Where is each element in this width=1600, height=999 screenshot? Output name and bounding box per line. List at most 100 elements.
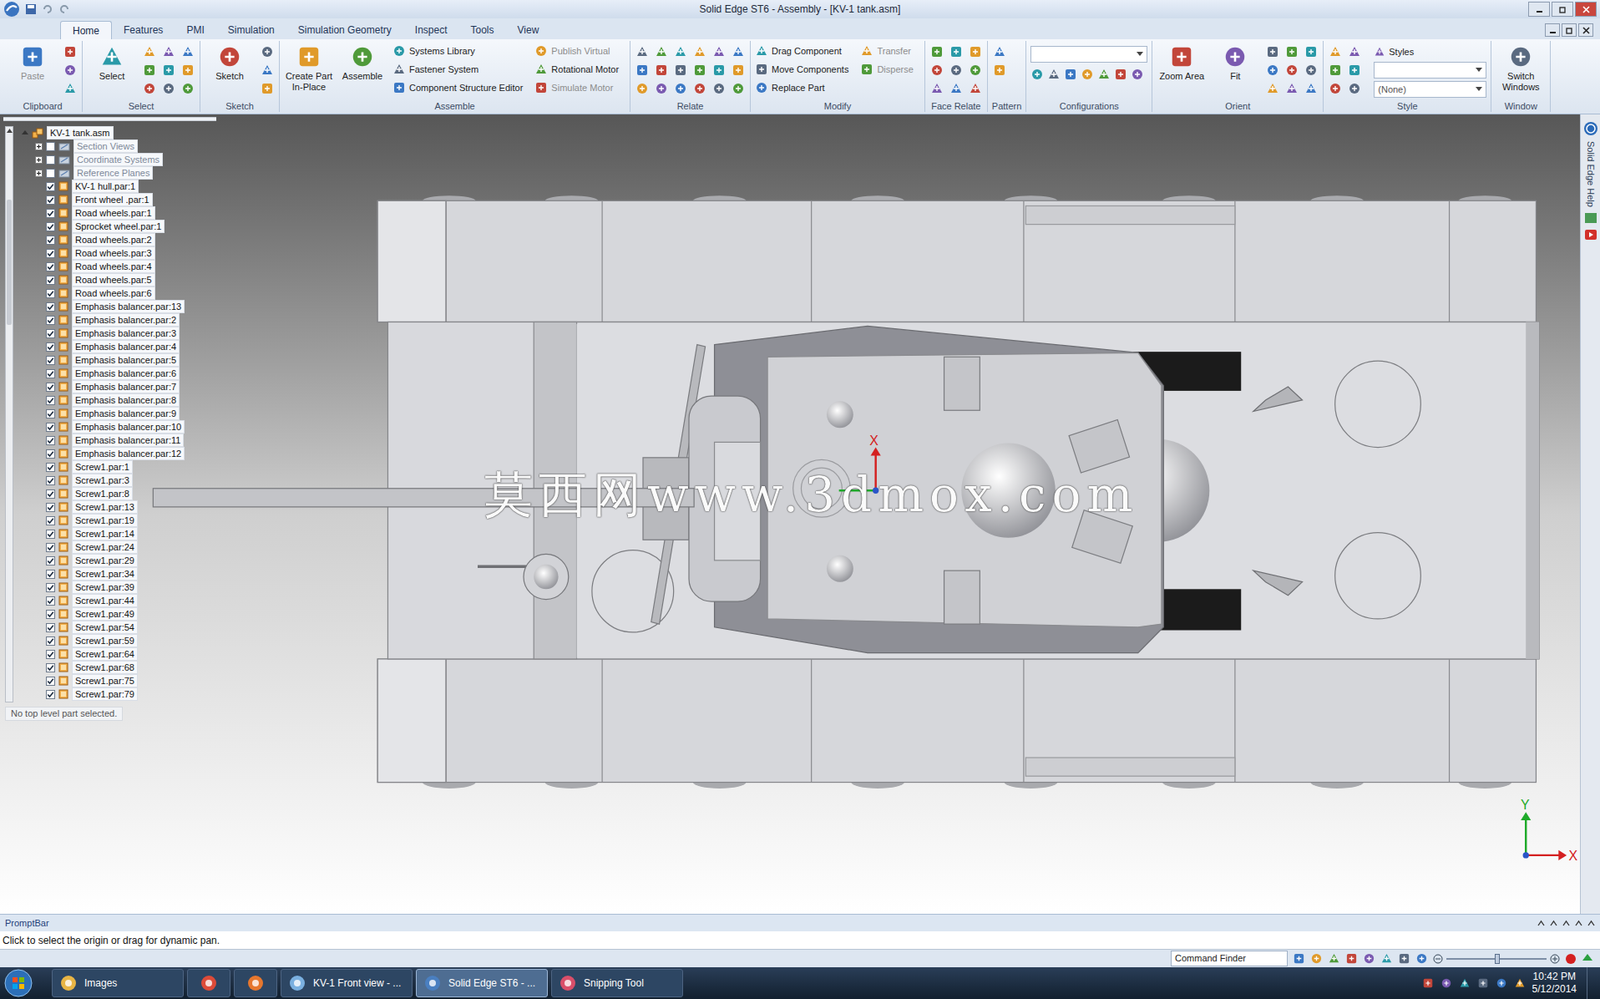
ribbon-button[interactable]: Fit [1210,42,1261,82]
tree-row[interactable]: Section Views [10,139,185,153]
checkbox[interactable] [45,502,56,512]
checkbox[interactable] [45,556,56,566]
view-tool-button[interactable] [1345,951,1358,965]
zoom-slider[interactable] [1432,953,1560,964]
checkbox[interactable] [45,329,56,339]
tree-row[interactable]: Screw1.par:3 [10,473,185,487]
tree-row[interactable]: Screw1.par:34 [10,567,185,581]
command-finder[interactable]: Command Finder [1170,950,1288,967]
tree-row[interactable]: Emphasis balancer.par:5 [10,353,185,367]
app-logo-icon[interactable] [3,0,21,18]
ribbon-button[interactable]: Disperse [860,60,920,78]
icon-button[interactable] [1130,67,1145,82]
checkbox[interactable] [45,636,56,646]
prompt-tool-icon[interactable] [1537,919,1545,927]
checkbox[interactable] [45,649,56,659]
icon-button[interactable] [653,44,669,60]
checkbox[interactable] [45,382,56,392]
icon-button[interactable] [1303,81,1319,97]
ribbon-tab[interactable]: Tools [459,20,507,40]
icon-button[interactable] [634,81,650,97]
ribbon-button[interactable]: Zoom Area [1156,42,1207,82]
collapse-icon[interactable] [21,129,29,137]
checkbox[interactable] [45,435,56,446]
ribbon-button[interactable]: Select [86,42,137,82]
icon-button[interactable] [1265,62,1281,78]
icon-button[interactable] [1346,44,1363,60]
record-icon[interactable] [1564,952,1577,965]
taskbar-item[interactable]: KV-1 Front view - ... [280,968,413,998]
ribbon-tab[interactable]: PMI [174,20,216,40]
expand-icon[interactable] [35,169,43,178]
view-tool-button[interactable] [1327,951,1341,965]
scroll-up-icon[interactable] [6,128,13,133]
icon-button[interactable] [1030,67,1044,82]
icon-button[interactable] [141,81,157,97]
close-button[interactable] [1574,1,1597,17]
tree-row[interactable]: Screw1.par:49 [10,607,185,621]
icon-button[interactable] [1346,81,1363,97]
tree-row[interactable]: Screw1.par:59 [10,633,185,648]
icon-button[interactable] [1284,81,1300,97]
graphics-window[interactable]: XYX莫西网www.3dmox.comKV-1 tank.asmSection … [0,114,1580,914]
icon-button[interactable] [1047,67,1061,82]
checkbox[interactable] [45,462,56,472]
checkbox[interactable] [45,355,56,365]
layers-icon[interactable] [1584,212,1598,224]
checkbox[interactable] [45,516,56,526]
zoom-out-icon[interactable] [1432,953,1444,964]
ribbon-button[interactable]: Assemble [337,42,388,93]
tree-row[interactable]: Emphasis balancer.par:9 [10,406,185,421]
ribbon-button[interactable]: Drag Component [754,42,856,60]
checkbox[interactable] [45,663,56,673]
ribbon-button[interactable]: Transfer [860,42,920,60]
ribbon-button[interactable]: Switch Windows [1495,42,1546,93]
tray-icon[interactable] [1513,977,1526,989]
tree-row[interactable]: Screw1.par:8 [10,486,185,501]
tree-row[interactable]: Screw1.par:29 [10,553,185,568]
checkbox[interactable] [45,622,56,633]
icon-button[interactable] [673,44,689,60]
styles-button[interactable]: Styles [1373,44,1487,60]
dropdown[interactable] [1030,45,1148,63]
tree-row[interactable]: Screw1.par:14 [10,526,185,541]
icon-button[interactable] [62,62,78,78]
tree-row[interactable]: Screw1.par:39 [10,580,185,594]
icon-button[interactable] [180,81,196,97]
checkbox[interactable] [45,369,56,379]
minimize-button[interactable] [1528,1,1550,17]
icon-button[interactable] [259,44,275,60]
tree-row[interactable]: Road wheels.par:5 [10,273,185,287]
ribbon-button[interactable]: Publish Virtual [534,42,626,60]
ribbon-button[interactable]: Fastener System [392,60,530,78]
tree-row[interactable]: Emphasis balancer.par:13 [10,299,185,314]
tree-row[interactable]: Emphasis balancer.par:3 [10,326,185,340]
checkbox[interactable] [45,288,56,299]
icon-button[interactable] [948,44,964,60]
checkbox[interactable] [45,182,56,192]
icon-button[interactable] [692,62,708,78]
tree-row[interactable]: Road wheels.par:3 [10,246,185,260]
ribbon-button[interactable]: Paste [7,42,58,82]
icon-button[interactable] [653,81,669,97]
checkbox[interactable] [45,676,56,686]
tree-row[interactable]: Coordinate Systems [10,152,185,167]
icon-button[interactable] [1265,44,1281,60]
tray-icon[interactable] [1422,977,1434,989]
icon-button[interactable] [161,44,177,60]
checkbox[interactable] [45,449,56,459]
checkbox[interactable] [45,195,56,205]
tree-row[interactable]: Reference Planes [10,166,185,180]
view-tool-button[interactable] [1292,951,1306,965]
tree-row[interactable]: KV-1 tank.asm [10,126,185,140]
checkbox[interactable] [45,315,56,325]
icon-button[interactable] [1080,67,1094,82]
restore-button[interactable] [1561,23,1577,37]
tree-row[interactable]: Road wheels.par:6 [10,286,185,300]
icon-button[interactable] [1327,81,1343,97]
ribbon-tab[interactable]: Inspect [403,20,460,40]
checkbox[interactable] [45,582,56,593]
view-tool-button[interactable] [1310,951,1323,965]
icon-button[interactable] [967,81,983,97]
icon-button[interactable] [692,44,708,60]
